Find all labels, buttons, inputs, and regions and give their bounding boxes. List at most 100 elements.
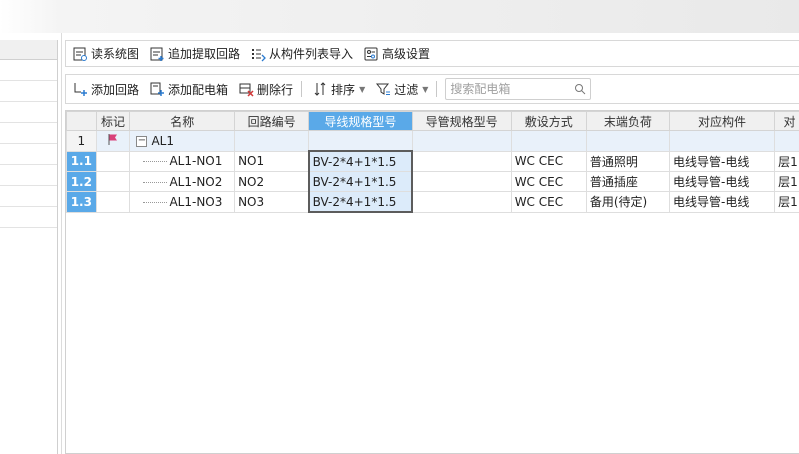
header-name[interactable]: 名称	[129, 111, 236, 131]
sort-dropdown[interactable]: 排序 ▼	[308, 78, 369, 100]
left-panel	[0, 40, 58, 454]
left-panel-row[interactable]	[0, 123, 57, 144]
advanced-settings-button[interactable]: 高级设置	[359, 43, 434, 65]
end-load-cell[interactable]: 备用(待定)	[585, 191, 671, 213]
extra-cell[interactable]: 层1	[774, 150, 799, 172]
table-row[interactable]: 1.3 AL1-NO3 NO3 BV-2*4+1*1.5 WC CEC 备用(待…	[66, 191, 799, 213]
advanced-settings-label: 高级设置	[382, 47, 431, 61]
component-cell[interactable]: 电线导管-电线	[669, 171, 776, 192]
header-end-load[interactable]: 末端负荷	[585, 111, 671, 131]
add-box-icon	[150, 82, 165, 96]
header-extra[interactable]: 对	[774, 111, 799, 131]
end-load-cell[interactable]: 普通插座	[585, 171, 671, 192]
import-from-list-label: 从构件列表导入	[269, 47, 354, 61]
read-diagram-button[interactable]: 读系统图	[68, 43, 143, 65]
append-extract-button[interactable]: 追加提取回路	[145, 43, 244, 65]
laying-method-cell[interactable]: WC CEC	[510, 191, 587, 213]
left-panel-row[interactable]	[0, 144, 57, 165]
search-input[interactable]	[450, 82, 575, 96]
extra-cell[interactable]: 层1	[774, 191, 799, 213]
left-panel-row[interactable]	[0, 81, 57, 102]
settings-icon	[364, 47, 378, 60]
chevron-down-icon: ▼	[359, 84, 366, 94]
extract-toolbar: 读系统图 追加提取回路 从构件列表导入 高级设置	[65, 40, 799, 67]
left-panel-row[interactable]	[0, 207, 57, 228]
delete-row-label: 删除行	[257, 82, 294, 97]
name-cell[interactable]: AL1-NO1	[129, 150, 236, 172]
conduit-spec-cell[interactable]	[411, 171, 512, 192]
tree-connector	[143, 201, 168, 203]
laying-method-cell[interactable]: WC CEC	[510, 150, 587, 172]
filter-label: 过滤	[394, 82, 419, 97]
wire-spec-cell[interactable]: BV-2*4+1*1.5	[307, 171, 414, 192]
circuit-number-cell[interactable]: NO1	[234, 150, 310, 172]
row-number[interactable]: 1.1	[66, 150, 97, 172]
circuit-name: AL1-NO3	[169, 194, 223, 209]
group-name: AL1	[151, 133, 174, 148]
import-from-list-button[interactable]: 从构件列表导入	[246, 43, 357, 65]
table-header-row: 标记 名称 回路编号 导线规格型号 导管规格型号 敷设方式 末端负荷 对应构件 …	[66, 111, 799, 131]
group-cell[interactable]	[669, 130, 776, 152]
conduit-spec-cell[interactable]	[411, 191, 512, 213]
add-circuit-label: 添加回路	[91, 82, 140, 97]
delete-row-button[interactable]: 删除行	[234, 78, 297, 100]
header-laying-method[interactable]: 敷设方式	[510, 111, 587, 131]
name-cell[interactable]: AL1-NO3	[129, 191, 236, 213]
mark-cell[interactable]	[95, 191, 131, 213]
circuit-name: AL1-NO1	[169, 154, 223, 169]
panel-splitter[interactable]	[61, 33, 62, 454]
left-panel-row[interactable]	[0, 186, 57, 207]
filter-dropdown[interactable]: 过滤 ▼	[371, 78, 432, 100]
table-row[interactable]: 1.1 AL1-NO1 NO1 BV-2*4+1*1.5 WC CEC 普通照明…	[66, 150, 799, 172]
read-diagram-icon	[73, 47, 87, 61]
tree-connector	[143, 181, 168, 183]
group-name-cell[interactable]: − AL1	[129, 130, 236, 152]
mark-cell[interactable]	[95, 171, 131, 192]
edit-toolbar: 添加回路 添加配电箱 删除行 排序 ▼ 过滤 ▼	[65, 74, 799, 104]
group-cell[interactable]	[234, 130, 310, 152]
mark-cell[interactable]	[95, 150, 131, 172]
row-number[interactable]: 1.3	[66, 191, 97, 213]
header-component[interactable]: 对应构件	[669, 111, 776, 131]
left-panel-header	[0, 40, 57, 60]
wire-spec-cell[interactable]: BV-2*4+1*1.5	[307, 150, 414, 172]
group-cell[interactable]	[774, 130, 799, 152]
end-load-cell[interactable]: 普通照明	[585, 150, 671, 172]
add-circuit-button[interactable]: 添加回路	[68, 78, 143, 100]
search-icon[interactable]	[574, 83, 586, 95]
header-conduit-spec[interactable]: 导管规格型号	[411, 111, 512, 131]
row-number: 1	[66, 130, 97, 152]
header-circuit-number[interactable]: 回路编号	[234, 111, 310, 131]
component-cell[interactable]: 电线导管-电线	[669, 150, 776, 172]
mark-cell[interactable]	[95, 130, 131, 152]
table-row[interactable]: 1.2 AL1-NO2 NO2 BV-2*4+1*1.5 WC CEC 普通插座…	[66, 171, 799, 192]
left-panel-row[interactable]	[0, 165, 57, 186]
collapse-toggle[interactable]: −	[136, 135, 148, 147]
add-distribution-box-label: 添加配电箱	[168, 82, 229, 97]
chevron-down-icon: ▼	[422, 84, 429, 94]
name-cell[interactable]: AL1-NO2	[129, 171, 236, 192]
group-cell[interactable]	[510, 130, 587, 152]
group-cell[interactable]	[585, 130, 671, 152]
search-distribution-box	[445, 78, 592, 100]
group-cell[interactable]	[411, 130, 512, 152]
laying-method-cell[interactable]: WC CEC	[510, 171, 587, 192]
tree-connector	[143, 161, 168, 163]
title-bar	[0, 0, 799, 33]
component-cell[interactable]: 电线导管-电线	[669, 191, 776, 213]
header-mark[interactable]: 标记	[95, 111, 131, 131]
extra-cell[interactable]: 层1	[774, 171, 799, 192]
group-row[interactable]: 1 − AL1	[66, 130, 799, 152]
row-number[interactable]: 1.2	[66, 171, 97, 192]
header-rownum[interactable]	[66, 111, 97, 131]
circuit-name: AL1-NO2	[169, 174, 223, 189]
wire-spec-cell[interactable]: BV-2*4+1*1.5	[307, 191, 414, 213]
left-panel-row[interactable]	[0, 60, 57, 81]
left-panel-row[interactable]	[0, 102, 57, 123]
group-cell[interactable]	[308, 130, 413, 152]
header-wire-spec[interactable]: 导线规格型号	[308, 111, 413, 131]
circuit-number-cell[interactable]: NO2	[234, 171, 310, 192]
conduit-spec-cell[interactable]	[411, 150, 512, 172]
circuit-number-cell[interactable]: NO3	[234, 191, 310, 213]
add-distribution-box-button[interactable]: 添加配电箱	[145, 78, 232, 100]
